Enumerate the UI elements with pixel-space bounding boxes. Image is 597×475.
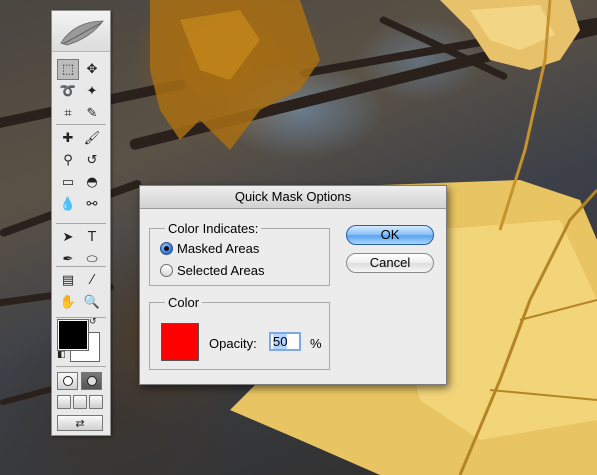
tools-palette: ⬚ ✥ ➰ ✦ ⌗ ✎ ✚ 🖌 ⚲ ↺ ▭ ◓ 💧 ⚯ ➤ T ✒ ⬭ ▤ ⁄ ✋ 🔍 ↺ ◧ ⇄ xyxy=(51,10,111,436)
magic-wand-icon[interactable]: ✦ xyxy=(81,81,103,102)
foreground-color-swatch[interactable] xyxy=(57,319,89,351)
cancel-button[interactable]: Cancel xyxy=(346,253,434,273)
screen-mode-menubar-button[interactable] xyxy=(73,395,87,409)
selected-areas-radio-icon[interactable] xyxy=(160,263,173,277)
healing-brush-icon[interactable]: ✚ xyxy=(57,128,79,149)
eraser-icon[interactable]: ▭ xyxy=(57,172,79,193)
standard-mode-icon xyxy=(62,376,73,386)
rectangular-marquee-icon[interactable]: ⬚ xyxy=(57,59,79,80)
hand-icon[interactable]: ✋ xyxy=(57,292,79,313)
ok-button[interactable]: OK xyxy=(346,225,434,245)
opacity-label: Opacity: xyxy=(209,336,257,351)
move-icon[interactable]: ✥ xyxy=(81,59,103,80)
brush-icon[interactable]: 🖌 xyxy=(81,128,103,149)
opacity-input[interactable]: 50 xyxy=(269,332,301,351)
default-colors-icon[interactable]: ◧ xyxy=(57,350,66,360)
slice-icon[interactable]: ✎ xyxy=(81,103,103,124)
screen-mode-full-button[interactable] xyxy=(89,395,103,409)
eyedropper-icon[interactable]: ⁄ xyxy=(81,270,103,291)
paint-bucket-icon[interactable]: ◓ xyxy=(81,172,103,193)
palette-header[interactable] xyxy=(52,11,110,52)
selected-areas-radio[interactable]: Selected Areas xyxy=(160,262,264,278)
dialog-title[interactable]: Quick Mask Options xyxy=(140,186,446,209)
mask-color-swatch[interactable] xyxy=(161,323,199,361)
swap-colors-icon[interactable]: ↺ xyxy=(89,317,97,327)
feather-icon xyxy=(60,20,104,46)
color-group-label: Color xyxy=(165,295,203,310)
notes-icon[interactable]: ▤ xyxy=(57,270,79,291)
jump-to-imageready-button[interactable]: ⇄ xyxy=(57,415,103,431)
masked-areas-label: Masked Areas xyxy=(177,240,260,256)
standard-mode-button[interactable] xyxy=(57,372,78,390)
quick-mask-mode-button[interactable] xyxy=(81,372,102,390)
zoom-icon[interactable]: 🔍 xyxy=(81,292,103,313)
screen-mode-standard-button[interactable] xyxy=(57,395,71,409)
selected-areas-label: Selected Areas xyxy=(177,262,265,278)
quick-mask-icon xyxy=(86,376,97,386)
blur-icon[interactable]: 💧 xyxy=(57,194,79,215)
history-brush-icon[interactable]: ↺ xyxy=(81,150,103,171)
type-icon[interactable]: T xyxy=(81,227,103,248)
lasso-icon[interactable]: ➰ xyxy=(57,81,79,102)
masked-areas-radio[interactable]: Masked Areas xyxy=(160,240,259,256)
color-indicates-label: Color Indicates: xyxy=(165,221,262,236)
dodge-icon[interactable]: ⚯ xyxy=(81,194,103,215)
quick-mask-options-dialog: Quick Mask Options Color Indicates: Mask… xyxy=(139,185,447,385)
crop-icon[interactable]: ⌗ xyxy=(57,103,79,124)
opacity-unit: % xyxy=(310,336,322,351)
path-selection-icon[interactable]: ➤ xyxy=(57,227,79,248)
imageready-icon: ⇄ xyxy=(75,416,85,430)
clone-stamp-icon[interactable]: ⚲ xyxy=(57,150,79,171)
masked-areas-radio-icon[interactable] xyxy=(160,241,173,255)
